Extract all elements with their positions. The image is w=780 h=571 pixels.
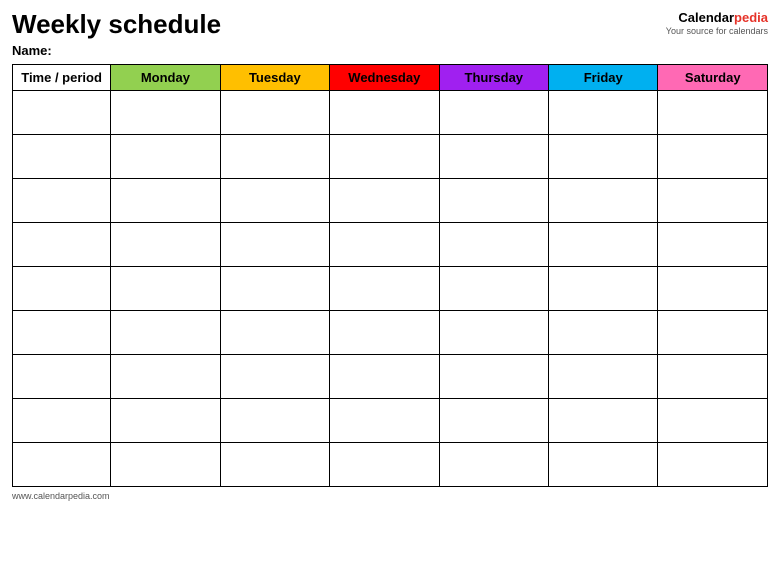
data-cell[interactable]: [439, 90, 548, 134]
time-cell[interactable]: [13, 310, 111, 354]
data-cell[interactable]: [658, 398, 768, 442]
brand-tagline: Your source for calendars: [666, 26, 768, 37]
time-cell[interactable]: [13, 222, 111, 266]
time-cell[interactable]: [13, 442, 111, 486]
data-cell[interactable]: [111, 266, 220, 310]
name-label: Name:: [12, 43, 768, 58]
header: Weekly schedule Calendarpedia Your sourc…: [12, 10, 768, 39]
data-cell[interactable]: [330, 134, 439, 178]
time-cell[interactable]: [13, 398, 111, 442]
data-cell[interactable]: [330, 310, 439, 354]
data-cell[interactable]: [439, 134, 548, 178]
data-cell[interactable]: [111, 310, 220, 354]
data-cell[interactable]: [549, 354, 658, 398]
data-cell[interactable]: [330, 90, 439, 134]
schedule-table: Time / period Monday Tuesday Wednesday T…: [12, 64, 768, 487]
data-cell[interactable]: [330, 178, 439, 222]
data-cell[interactable]: [220, 354, 329, 398]
page: Weekly schedule Calendarpedia Your sourc…: [0, 0, 780, 571]
data-cell[interactable]: [658, 266, 768, 310]
data-cell[interactable]: [549, 310, 658, 354]
data-cell[interactable]: [111, 222, 220, 266]
time-cell[interactable]: [13, 354, 111, 398]
data-cell[interactable]: [439, 178, 548, 222]
data-cell[interactable]: [220, 178, 329, 222]
data-cell[interactable]: [220, 134, 329, 178]
brand-name: Calendarpedia: [666, 10, 768, 26]
col-header-thursday: Thursday: [439, 64, 548, 90]
page-title: Weekly schedule: [12, 10, 221, 39]
data-cell[interactable]: [330, 266, 439, 310]
col-header-tuesday: Tuesday: [220, 64, 329, 90]
data-cell[interactable]: [220, 266, 329, 310]
data-cell[interactable]: [549, 134, 658, 178]
col-header-time: Time / period: [13, 64, 111, 90]
data-cell[interactable]: [111, 134, 220, 178]
col-header-monday: Monday: [111, 64, 220, 90]
data-cell[interactable]: [111, 178, 220, 222]
data-cell[interactable]: [439, 398, 548, 442]
table-row: [13, 178, 768, 222]
data-cell[interactable]: [549, 442, 658, 486]
brand-logo: Calendarpedia Your source for calendars: [666, 10, 768, 36]
data-cell[interactable]: [549, 398, 658, 442]
footer-url-text: www.calendarpedia.com: [12, 491, 110, 501]
time-cell[interactable]: [13, 178, 111, 222]
time-cell[interactable]: [13, 266, 111, 310]
data-cell[interactable]: [658, 310, 768, 354]
data-cell[interactable]: [549, 90, 658, 134]
data-cell[interactable]: [111, 354, 220, 398]
table-row: [13, 134, 768, 178]
col-header-saturday: Saturday: [658, 64, 768, 90]
data-cell[interactable]: [439, 354, 548, 398]
col-header-friday: Friday: [549, 64, 658, 90]
col-header-wednesday: Wednesday: [330, 64, 439, 90]
data-cell[interactable]: [330, 398, 439, 442]
data-cell[interactable]: [549, 266, 658, 310]
data-cell[interactable]: [330, 442, 439, 486]
data-cell[interactable]: [330, 222, 439, 266]
table-row: [13, 354, 768, 398]
table-row: [13, 266, 768, 310]
table-row: [13, 222, 768, 266]
data-cell[interactable]: [439, 222, 548, 266]
table-row: [13, 90, 768, 134]
data-cell[interactable]: [549, 222, 658, 266]
data-cell[interactable]: [658, 178, 768, 222]
data-cell[interactable]: [658, 354, 768, 398]
table-header-row: Time / period Monday Tuesday Wednesday T…: [13, 64, 768, 90]
table-row: [13, 442, 768, 486]
brand-pedia-text: pedia: [734, 10, 768, 25]
data-cell[interactable]: [549, 178, 658, 222]
time-cell[interactable]: [13, 134, 111, 178]
footer-url: www.calendarpedia.com: [12, 491, 768, 501]
data-cell[interactable]: [220, 90, 329, 134]
time-cell[interactable]: [13, 90, 111, 134]
data-cell[interactable]: [111, 442, 220, 486]
data-cell[interactable]: [220, 442, 329, 486]
data-cell[interactable]: [220, 222, 329, 266]
data-cell[interactable]: [658, 134, 768, 178]
data-cell[interactable]: [658, 90, 768, 134]
data-cell[interactable]: [111, 398, 220, 442]
data-cell[interactable]: [330, 354, 439, 398]
table-row: [13, 398, 768, 442]
data-cell[interactable]: [658, 222, 768, 266]
table-row: [13, 310, 768, 354]
data-cell[interactable]: [658, 442, 768, 486]
data-cell[interactable]: [220, 398, 329, 442]
data-cell[interactable]: [439, 442, 548, 486]
data-cell[interactable]: [220, 310, 329, 354]
data-cell[interactable]: [439, 310, 548, 354]
data-cell[interactable]: [111, 90, 220, 134]
data-cell[interactable]: [439, 266, 548, 310]
brand-calendar-text: Calendar: [678, 10, 734, 25]
